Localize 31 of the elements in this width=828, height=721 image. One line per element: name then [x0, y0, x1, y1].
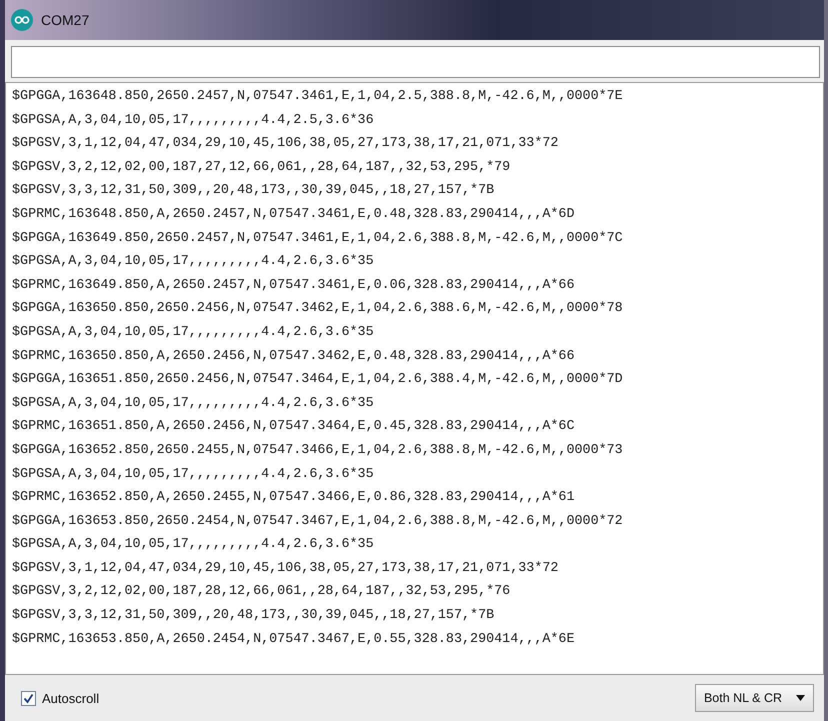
output-line: $GPRMC,163652.850,A,2650.2455,N,07547.3466,E,0.86,328.83,290414,,,A*61	[12, 489, 574, 508]
output-line: $GPGSA,A,3,04,10,05,17,,,,,,,,,4.4,2.6,3.6*35	[12, 536, 374, 554]
output-line: $GPGSA,A,3,04,10,05,17,,,,,,,,,4.4,2.5,3.6*36	[12, 112, 374, 130]
output-line: $GPGSV,3,3,12,31,50,309,,20,48,173,,30,39,045,,18,27,157,*7B	[12, 182, 494, 200]
output-line: $GPGSA,A,3,04,10,05,17,,,,,,,,,4.4,2.6,3.6*35	[12, 324, 374, 342]
output-line: $GPGSA,A,3,04,10,05,17,,,,,,,,,4.4,2.6,3.6*35	[12, 253, 374, 272]
output-line: $GPGGA,163653.850,2650.2454,N,07547.3467,E,1,04,2.6,388.8,M,-42.6,M,,0000*72	[12, 512, 623, 531]
output-line: $GPRMC,163651.850,A,2650.2456,N,07547.3464,E,0.45,328.83,290414,,,A*6C	[12, 418, 574, 436]
autoscroll-checkbox[interactable]	[21, 690, 36, 706]
line-ending-dropdown[interactable]: Both NL & CR	[694, 684, 814, 712]
output-line: $GPGGA,163651.850,2650.2456,N,07547.3464,E,1,04,2.6,388.4,M,-42.6,M,,0000*7D	[12, 371, 623, 390]
output-line: $GPGSV,3,1,12,04,47,034,29,10,45,106,38,05,27,173,38,17,21,071,33*72	[12, 560, 558, 578]
output-line: $GPGGA,163650.850,2650.2456,N,07547.3462,E,1,04,2.6,388.6,M,-42.6,M,,0000*78	[12, 300, 623, 318]
output-line: $GPGGA,163649.850,2650.2457,N,07547.3461,E,1,04,2.6,388.8,M,-42.6,M,,0000*7C	[12, 230, 623, 248]
window-title: COM27	[41, 12, 90, 28]
output-line: $GPGSV,3,3,12,31,50,309,,20,48,173,,30,39,045,,18,27,157,*7B	[12, 607, 494, 626]
output-line: $GPGSV,3,2,12,02,00,187,28,12,66,061,,28,64,187,,32,53,295,*76	[12, 583, 510, 602]
output-line: $GPRMC,163653.850,A,2650.2454,N,07547.3467,E,0.55,328.83,290414,,,A*6E	[12, 630, 574, 649]
send-field[interactable]	[11, 46, 820, 78]
output-line: $GPGGA,163648.850,2650.2457,N,07547.3461,E,1,04,2.5,388.8,M,-42.6,M,,0000*7E	[12, 88, 623, 106]
output-line: $GPGSV,3,2,12,02,00,187,27,12,66,061,,28,64,187,,32,53,295,*79	[12, 158, 510, 177]
output-line: $GPGSV,3,1,12,04,47,034,29,10,45,106,38,05,27,173,38,17,21,071,33*72	[12, 135, 558, 154]
output-line: $GPRMC,163650.850,A,2650.2456,N,07547.3462,E,0.48,328.83,290414,,,A*66	[12, 348, 574, 366]
autoscroll-label: Autoscroll	[42, 690, 100, 706]
logo-icon	[11, 9, 33, 31]
output-line: $GPGGA,163652.850,2650.2455,N,07547.3466,E,1,04,2.6,388.8,M,-42.6,M,,0000*73	[12, 442, 623, 460]
output-line: $GPRMC,163649.850,A,2650.2457,N,07547.3461,E,0.06,328.83,290414,,,A*66	[12, 276, 574, 295]
caret-icon	[796, 695, 805, 701]
output-line: $GPGSA,A,3,04,10,05,17,,,,,,,,,4.4,2.6,3.6*35	[12, 394, 374, 413]
output-line: $GPGSA,A,3,04,10,05,17,,,,,,,,,4.4,2.6,3.6*35	[12, 466, 374, 484]
output-line: $GPRMC,163648.850,A,2650.2457,N,07547.3461,E,0.48,328.83,290414,,,A*6D	[12, 206, 574, 224]
